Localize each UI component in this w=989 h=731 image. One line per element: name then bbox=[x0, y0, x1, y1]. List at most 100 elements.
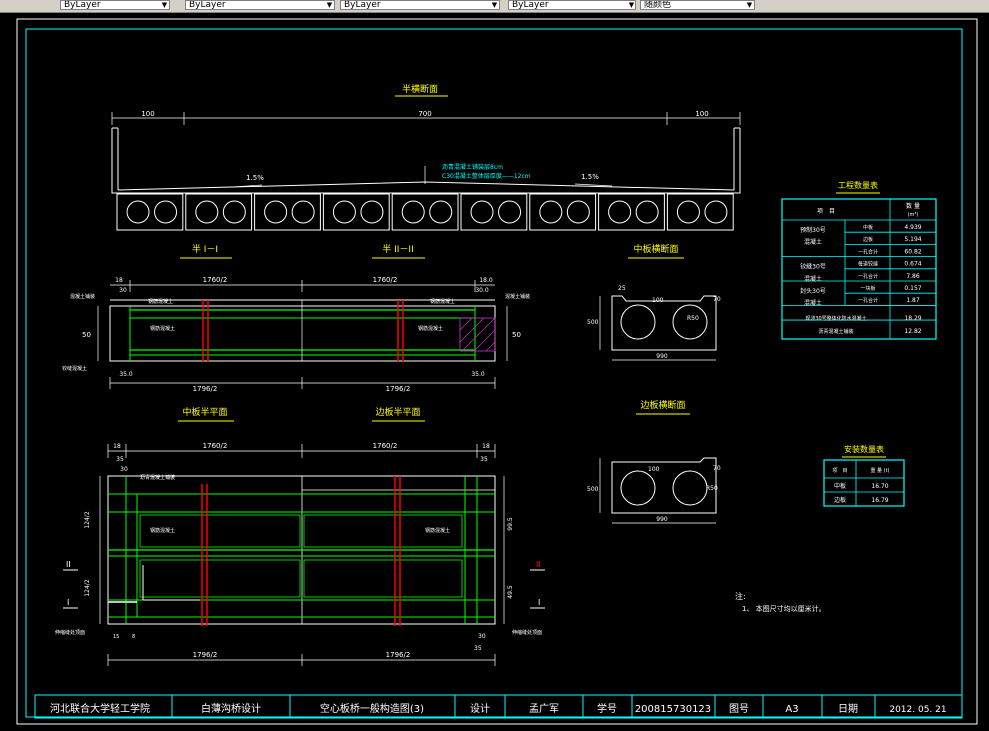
slab-void bbox=[195, 200, 219, 224]
slab-void bbox=[154, 200, 178, 224]
dim-height: 500 bbox=[587, 319, 599, 326]
section-mark-ii-right: II bbox=[536, 560, 541, 569]
qty-row-val: 60.82 bbox=[904, 248, 921, 255]
paving-note-2: C30混凝土整体层厚度——12cm bbox=[442, 172, 531, 180]
dim-bottom-1: 1796/2 bbox=[193, 385, 218, 393]
slab-void bbox=[676, 200, 700, 224]
slab-void bbox=[291, 200, 315, 224]
dim-left-30: 30 bbox=[120, 466, 128, 473]
layer-combo[interactable]: ByLayer bbox=[60, 0, 170, 10]
weight-header-qty: 重 量 (t) bbox=[870, 467, 889, 474]
slab-void bbox=[401, 200, 425, 224]
weight-row-2-name: 边板 bbox=[834, 496, 846, 504]
hollow-slab-row bbox=[116, 193, 734, 231]
dim-vert-edge-2: 49.5 bbox=[507, 585, 514, 599]
dim-vert-2: 124/2 bbox=[84, 579, 91, 596]
section-title: 半横断面 bbox=[402, 83, 438, 95]
dim-left-18: 18 bbox=[115, 277, 123, 284]
dim-radius: R50 bbox=[687, 315, 699, 322]
slab-void bbox=[566, 200, 590, 224]
label-joint-left: 铰缝混凝土 bbox=[62, 365, 87, 372]
label-rebar-edge: 钢筋混凝土 bbox=[425, 527, 450, 534]
weight-header-item: 项 目 bbox=[832, 468, 847, 474]
qty-row-sub: 一孔合计 bbox=[858, 297, 878, 304]
mid-plan-title: 中板半平面 bbox=[182, 406, 227, 418]
dim-small-8: 8 bbox=[132, 634, 135, 640]
dim-top-2: 1760/2 bbox=[373, 276, 398, 284]
chevron-down-icon[interactable]: ▼ bbox=[745, 1, 754, 9]
slab-void bbox=[498, 200, 522, 224]
qty-row-sub: 一孔合计 bbox=[858, 273, 878, 280]
qty-row-val: 1.87 bbox=[906, 297, 920, 304]
weight-table: 安装数量表 项 目 重 量 (t) 中板 16.70 边板 16.79 bbox=[823, 444, 905, 507]
dim-vert-edge-1: 99.5 bbox=[507, 517, 514, 531]
dim-right-18: 18.0 bbox=[479, 277, 493, 284]
qty-row-sub: 中板 bbox=[863, 224, 873, 231]
top-cross-section: 半横断面 100 700 100 1.5% 1.5% 沥青混凝土铺装层8cm C… bbox=[111, 83, 741, 231]
chevron-down-icon[interactable]: ▼ bbox=[490, 1, 499, 9]
slope-right: 1.5% bbox=[581, 173, 599, 181]
qty-row-group: 混凝土 bbox=[804, 275, 822, 283]
weight-row-2-val: 16.79 bbox=[871, 497, 888, 504]
notes-line-1: 1、 本图尺寸均以厘米计。 bbox=[742, 604, 826, 613]
lineweight-combo[interactable]: ByLayer bbox=[508, 0, 636, 10]
qty-full-row-1-val: 18.29 bbox=[904, 315, 921, 322]
title-design-label: 设计 bbox=[470, 702, 490, 715]
slab-void bbox=[704, 200, 728, 224]
qty-header-qty: 数 量 bbox=[906, 202, 920, 210]
weight-table-title: 安装数量表 bbox=[844, 444, 884, 454]
qty-row-sub: 每道铰缝 bbox=[858, 261, 878, 268]
label-rebar-mid: 钢筋混凝土 bbox=[150, 527, 175, 534]
color-combo[interactable]: ByLayer bbox=[185, 0, 335, 10]
label-rebar-right: 钢筋混凝土 bbox=[418, 325, 443, 332]
edge-slab-title: 边板横断面 bbox=[640, 399, 685, 411]
dim-hole: 100 bbox=[652, 297, 664, 304]
dim-left-35: 35 bbox=[116, 456, 124, 463]
label-rebar-left: 钢筋混凝土 bbox=[150, 325, 175, 332]
mid-slab-title: 中板横断面 bbox=[633, 243, 678, 255]
title-date-label: 日期 bbox=[838, 703, 858, 715]
qty-row-group: 预制30号 bbox=[800, 226, 826, 234]
section-1-title: 半 I－I bbox=[192, 243, 218, 255]
dim-r-30: 30 bbox=[478, 633, 486, 640]
label-joint-left: 伸缩缝处顶面 bbox=[55, 629, 85, 636]
dim-right-35: 35 bbox=[480, 456, 488, 463]
dim-right-30: 30.0 bbox=[475, 287, 489, 294]
label-concrete-right: 钢筋混凝土 bbox=[430, 298, 455, 305]
chevron-down-icon[interactable]: ▼ bbox=[325, 1, 334, 9]
linetype-combo[interactable]: ByLayer bbox=[340, 0, 500, 10]
plotstyle-combo[interactable]: 随颜色 bbox=[640, 0, 755, 10]
chevron-down-icon[interactable]: ▼ bbox=[160, 1, 169, 9]
title-school: 河北联合大学轻工学院 bbox=[50, 702, 150, 715]
slab-void bbox=[264, 200, 288, 224]
slab-void bbox=[539, 200, 563, 224]
dim-mid: 700 bbox=[418, 110, 431, 118]
qty-row-val: 4.939 bbox=[904, 224, 921, 231]
dim-height: 500 bbox=[587, 486, 599, 493]
qty-full-row-1-label: 现浇30号整体化防水混凝土 bbox=[805, 315, 866, 322]
dim-bottom-right: 35.0 bbox=[471, 371, 485, 378]
qty-header-unit: (m³) bbox=[908, 212, 919, 218]
slab-void bbox=[635, 200, 659, 224]
title-designer: 孟广军 bbox=[529, 703, 559, 715]
drawing-canvas[interactable]: 半横断面 100 700 100 1.5% 1.5% 沥青混凝土铺装层8cm C… bbox=[0, 12, 989, 731]
chevron-down-icon[interactable]: ▼ bbox=[627, 1, 636, 9]
section-mark-i-left: I bbox=[67, 598, 69, 607]
qty-row-val: 0.157 bbox=[904, 285, 921, 292]
dim-side-right: 50 bbox=[512, 331, 521, 339]
label-concrete-left: 钢筋混凝土 bbox=[148, 298, 173, 305]
mid-slab-section: 中板横断面 25 100 70 R50 500 990 bbox=[587, 243, 721, 361]
qty-row-group: 混凝土 bbox=[804, 238, 822, 246]
slope-left: 1.5% bbox=[246, 174, 264, 182]
qty-row-val: 7.86 bbox=[906, 273, 920, 280]
qty-row-sub: 一块板 bbox=[860, 285, 875, 292]
slab-void bbox=[222, 200, 246, 224]
weight-row-1-name: 中板 bbox=[834, 482, 846, 490]
drawing-border-outer bbox=[16, 18, 978, 725]
dim-right-top: 70 bbox=[713, 296, 721, 303]
slab-void bbox=[126, 200, 150, 224]
label-joint-right: 伸缩缝处顶面 bbox=[512, 629, 542, 636]
slab-void bbox=[429, 200, 453, 224]
qty-row-group: 混凝土 bbox=[804, 299, 822, 307]
dim-right-18: 18 bbox=[482, 443, 490, 450]
